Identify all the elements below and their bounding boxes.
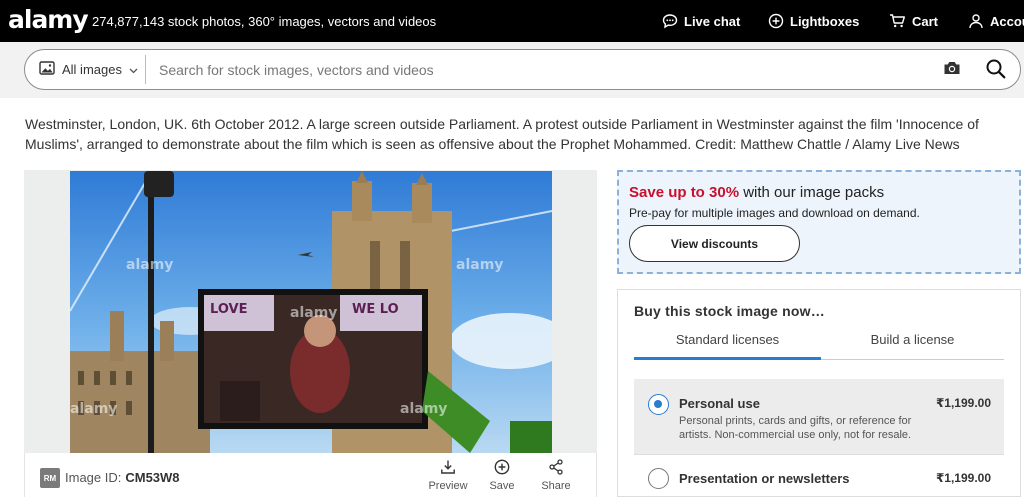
top-bar: alamy 274,877,143 stock photos, 360° ima…: [0, 0, 1024, 42]
download-icon: [440, 459, 456, 478]
license-name: Personal use: [679, 396, 760, 411]
buy-title: Buy this stock image now…: [634, 303, 825, 319]
chevron-down-icon: [129, 62, 138, 77]
save-button[interactable]: Save: [478, 459, 526, 492]
camera-icon[interactable]: [943, 60, 961, 81]
tab-standard-licenses[interactable]: Standard licenses: [634, 332, 821, 360]
watermark: alamy: [70, 401, 117, 417]
stock-count-tagline: 274,877,143 stock photos, 360° images, v…: [92, 14, 437, 29]
save-label: Save: [489, 480, 515, 492]
chat-bubble-icon: [662, 13, 678, 29]
view-discounts-button[interactable]: View discounts: [629, 225, 800, 262]
lightboxes-link[interactable]: Lightboxes: [768, 0, 859, 42]
search-scope-label: All images: [62, 62, 122, 77]
license-name: Presentation or newsletters: [679, 471, 850, 486]
watermark: alamy: [126, 257, 173, 273]
license-option-personal-use[interactable]: Personal use Personal prints, cards and …: [634, 379, 1004, 455]
screen-text-left: LOVE: [210, 302, 247, 317]
license-description: Personal prints, cards and gifts, or ref…: [679, 415, 912, 441]
image-id-label: Image ID:: [65, 470, 122, 485]
preview-button[interactable]: Preview: [424, 459, 472, 492]
license-price: ₹1,199.00: [935, 471, 991, 485]
cart-label: Cart: [912, 13, 939, 29]
share-button[interactable]: Share: [532, 459, 580, 492]
share-label: Share: [541, 480, 571, 492]
search-scope-dropdown[interactable]: All images: [39, 50, 138, 89]
promo-title: Save up to 30% with our image packs: [629, 184, 884, 201]
user-icon: [968, 13, 984, 29]
watermark: alamy: [290, 305, 337, 321]
image-caption: Westminster, London, UK. 6th October 201…: [25, 116, 979, 152]
image-panel: LOVE WE LO alamy alamy alamy alamy alamy: [24, 170, 597, 453]
lightboxes-label: Lightboxes: [790, 13, 860, 29]
cart-icon: [889, 13, 906, 29]
promo-title-rest: with our image packs: [739, 184, 885, 201]
search-box: All images: [24, 49, 1021, 90]
share-icon: [548, 459, 564, 478]
account-label: Account: [990, 13, 1024, 29]
image-pack-promo: Save up to 30% with our image packs Pre-…: [617, 170, 1021, 274]
cart-link[interactable]: Cart: [889, 0, 938, 42]
screen-text-right: WE LO: [352, 302, 399, 317]
search-bar-area: All images: [0, 42, 1024, 98]
personal-use-radio[interactable]: [648, 394, 669, 415]
watermark: alamy: [456, 257, 503, 273]
image-footer: RM Image ID: CM53W8 Preview Save Share: [24, 453, 597, 497]
license-option-presentation[interactable]: Presentation or newsletters ₹1,199.00: [634, 456, 1004, 497]
image-icon: [39, 61, 55, 78]
plus-circle-icon: [768, 13, 784, 29]
promo-highlight: Save up to 30%: [629, 184, 740, 201]
alamy-logo[interactable]: alamy: [8, 5, 89, 34]
presentation-radio[interactable]: [648, 468, 669, 489]
buy-panel: Buy this stock image now… Standard licen…: [617, 289, 1021, 497]
search-input[interactable]: [159, 56, 929, 83]
image-id-value: CM53W8: [125, 470, 180, 485]
plus-circle-icon: [494, 459, 510, 478]
live-chat-label: Live chat: [684, 13, 741, 29]
search-divider: [145, 55, 146, 84]
live-chat-link[interactable]: Live chat: [662, 0, 740, 42]
tab-build-license[interactable]: Build a license: [821, 332, 1004, 360]
search-icon[interactable]: [985, 58, 1007, 85]
preview-label: Preview: [428, 480, 468, 492]
rights-managed-badge: RM: [40, 468, 60, 488]
license-price: ₹1,199.00: [935, 396, 991, 410]
account-link[interactable]: Account: [968, 0, 1024, 42]
watermark: alamy: [400, 401, 447, 417]
promo-subtitle: Pre-pay for multiple images and download…: [629, 206, 920, 220]
stock-photo[interactable]: LOVE WE LO alamy alamy alamy alamy alamy: [70, 171, 552, 453]
image-id: Image ID: CM53W8: [65, 470, 180, 485]
